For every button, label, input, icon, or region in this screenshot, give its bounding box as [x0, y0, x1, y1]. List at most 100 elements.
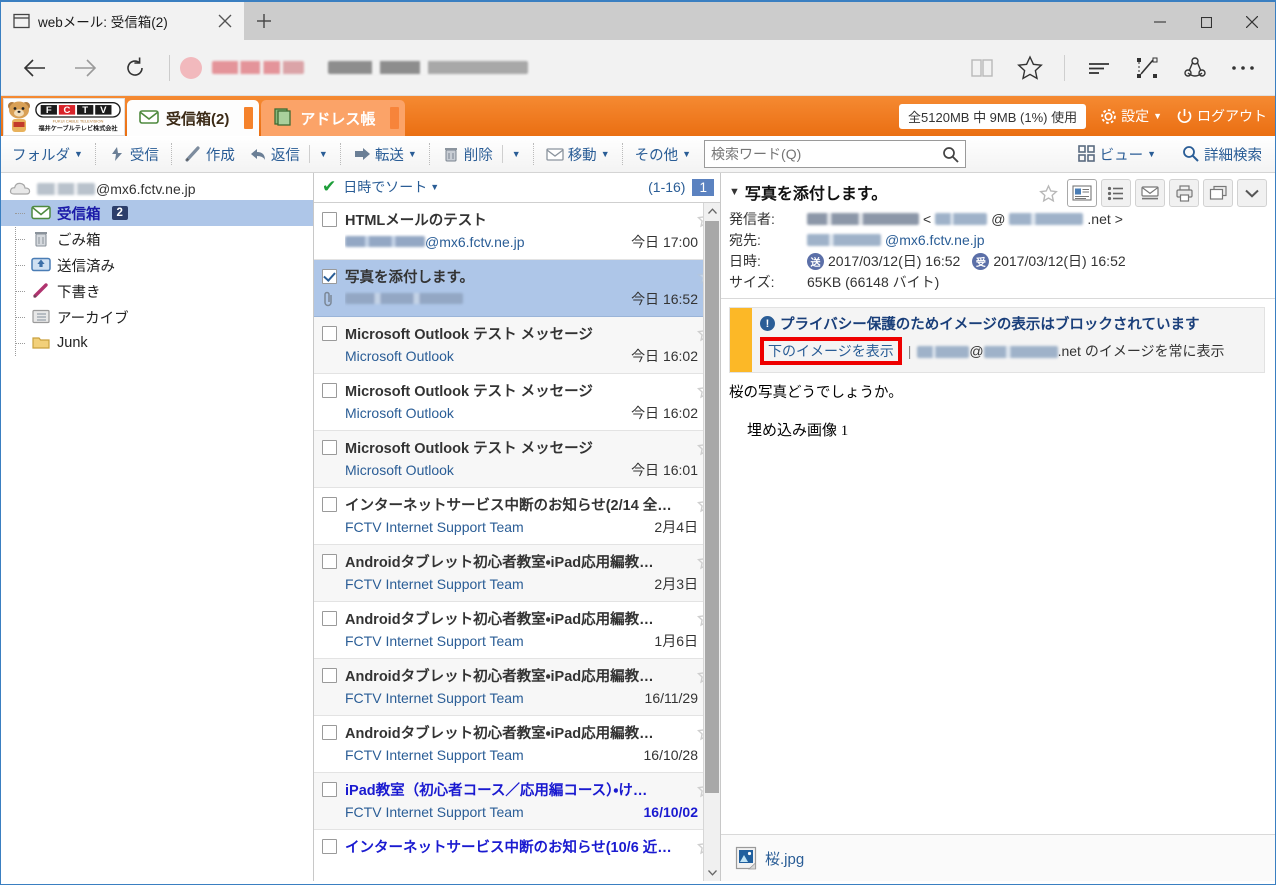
more-icon[interactable]: [1221, 46, 1265, 90]
advanced-search-button[interactable]: 詳細検索: [1175, 140, 1269, 169]
message-checkbox[interactable]: [322, 782, 337, 798]
attachment-filename[interactable]: 桜.jpg: [765, 848, 804, 869]
back-button[interactable]: [11, 45, 59, 91]
message-checkbox[interactable]: [322, 839, 337, 855]
scroll-down-icon[interactable]: [704, 864, 720, 881]
maximize-button[interactable]: [1183, 2, 1229, 42]
view-source-icon[interactable]: [1135, 179, 1165, 207]
reading-view-icon[interactable]: [960, 46, 1004, 90]
list-item[interactable]: iPad教室（初心者コース／応用編コース）・け… FCTV Internet S…: [314, 772, 720, 830]
minimize-button[interactable]: [1137, 2, 1183, 42]
reply-dropdown[interactable]: ▼: [312, 140, 335, 169]
sent-badge: 送: [807, 252, 824, 270]
collapse-triangle-icon[interactable]: ▼: [729, 186, 740, 198]
delete-dropdown[interactable]: ▼: [505, 140, 528, 169]
hub-icon[interactable]: [1077, 46, 1121, 90]
to-address[interactable]: @mx6.fctv.ne.jp: [885, 232, 985, 248]
from-domain-redacted: [1009, 213, 1084, 225]
message-checkbox[interactable]: [322, 383, 337, 399]
compose-button[interactable]: 作成: [177, 140, 242, 169]
from-tld: .net: [1087, 211, 1111, 227]
browser-tab[interactable]: webメール: 受信箱(2): [1, 2, 244, 40]
sort-menu-button[interactable]: 日時でソート ▼: [343, 177, 439, 197]
message-checkbox[interactable]: [322, 269, 337, 285]
tab-addressbook[interactable]: アドレス帳: [261, 100, 406, 136]
preview-pane-icon[interactable]: [1067, 179, 1097, 207]
toolbar-divider-2: [1064, 54, 1065, 81]
message-checkbox[interactable]: [322, 668, 337, 684]
message-checkbox[interactable]: [322, 212, 337, 228]
list-item[interactable]: Microsoft Outlook テスト メッセージ Microsoft Ou…: [314, 373, 720, 431]
address-bar[interactable]: [180, 48, 958, 88]
search-input[interactable]: [711, 146, 943, 162]
star-icon[interactable]: [1033, 179, 1063, 207]
select-all-check-icon[interactable]: ✔: [322, 177, 336, 197]
message-subject: Androidタブレット初心者教室・iPad応用編教…: [345, 669, 654, 686]
tree-tick: [15, 213, 25, 214]
reply-button[interactable]: 返信: [242, 140, 307, 169]
list-item[interactable]: Microsoft Outlook テスト メッセージ Microsoft Ou…: [314, 430, 720, 488]
list-item[interactable]: Androidタブレット初心者教室・iPad応用編教… FCTV Interne…: [314, 601, 720, 659]
account-row[interactable]: @mx6.fctv.ne.jp: [1, 179, 313, 200]
folder-menu-button[interactable]: フォルダ ▼: [5, 140, 90, 169]
delete-button[interactable]: 削除: [435, 140, 500, 169]
message-checkbox[interactable]: [322, 326, 337, 342]
favorites-star-icon[interactable]: [1008, 46, 1052, 90]
move-button[interactable]: 移動 ▼: [539, 140, 617, 169]
folder-label: フォルダ: [12, 147, 70, 164]
logout-button[interactable]: ログアウト: [1176, 106, 1267, 126]
trash-icon: [442, 145, 460, 163]
sidebar-item-trash[interactable]: ごみ箱: [1, 226, 313, 252]
scroll-up-icon[interactable]: [704, 202, 720, 220]
open-window-icon[interactable]: [1203, 179, 1233, 207]
receive-button[interactable]: 受信: [101, 140, 166, 169]
close-icon[interactable]: [214, 10, 236, 32]
list-item[interactable]: Androidタブレット初心者教室・iPad応用編教… FCTV Interne…: [314, 658, 720, 716]
forward-button[interactable]: [61, 45, 109, 91]
message-subject: Microsoft Outlook テスト メッセージ: [345, 384, 593, 401]
sidebar-item-archive[interactable]: アーカイブ: [1, 304, 313, 330]
sidebar-item-junk[interactable]: Junk: [1, 330, 313, 356]
other-menu-button[interactable]: その他 ▼: [628, 140, 698, 169]
always-show-images-link[interactable]: @ .net のイメージを常に表示: [917, 341, 1225, 361]
received-datetime: 2017/03/12(日) 16:52: [993, 253, 1126, 269]
close-window-button[interactable]: [1229, 2, 1275, 42]
view-menu-button[interactable]: ビュー ▼: [1071, 140, 1163, 169]
sidebar-item-draft[interactable]: 下書き: [1, 278, 313, 304]
show-images-link[interactable]: 下のイメージを表示: [768, 341, 894, 361]
message-list-scrollbar[interactable]: [703, 202, 720, 881]
print-icon[interactable]: [1169, 179, 1199, 207]
tab-inbox[interactable]: 受信箱(2): [127, 100, 260, 136]
message-checkbox[interactable]: [322, 440, 337, 456]
chevron-down-icon[interactable]: [1237, 179, 1267, 207]
sidebar-item-inbox[interactable]: 受信箱 2: [1, 200, 313, 226]
sidebar-item-sent[interactable]: 送信済み: [1, 252, 313, 278]
share-icon[interactable]: [1173, 46, 1217, 90]
message-date: 今日 17:00: [631, 233, 698, 250]
message-subject: Androidタブレット初心者教室・iPad応用編教…: [345, 726, 654, 743]
inbox-icon: [31, 204, 51, 222]
list-item[interactable]: インターネットサービス中断のお知らせ(10/6 近…: [314, 829, 720, 881]
message-checkbox[interactable]: [322, 725, 337, 741]
list-item[interactable]: HTMLメールのテスト @mx6.fctv.ne.jp 今日 17:00: [314, 202, 720, 260]
message-checkbox[interactable]: [322, 554, 337, 570]
message-checkbox[interactable]: [322, 497, 337, 513]
list-item[interactable]: Microsoft Outlook テスト メッセージ Microsoft Ou…: [314, 316, 720, 374]
list-item[interactable]: 写真を添付します。 今日 16:52: [314, 259, 720, 317]
search-box[interactable]: [704, 140, 967, 168]
page-number[interactable]: 1: [692, 178, 714, 196]
settings-menu[interactable]: 設定 ▼: [1100, 106, 1162, 126]
list-item[interactable]: Androidタブレット初心者教室・iPad応用編教… FCTV Interne…: [314, 544, 720, 602]
search-icon[interactable]: [942, 146, 959, 163]
list-view-icon[interactable]: [1101, 179, 1131, 207]
refresh-button[interactable]: [111, 45, 159, 91]
to-user-redacted: [807, 234, 881, 246]
new-tab-button[interactable]: [244, 2, 284, 40]
list-item[interactable]: インターネットサービス中断のお知らせ(2/14 全… FCTV Internet…: [314, 487, 720, 545]
scrollbar-thumb[interactable]: [705, 220, 719, 793]
message-range: (1-16): [648, 179, 686, 196]
forward-button[interactable]: 転送 ▼: [346, 140, 424, 169]
web-note-icon[interactable]: [1125, 46, 1169, 90]
message-checkbox[interactable]: [322, 611, 337, 627]
list-item[interactable]: Androidタブレット初心者教室・iPad応用編教… FCTV Interne…: [314, 715, 720, 773]
